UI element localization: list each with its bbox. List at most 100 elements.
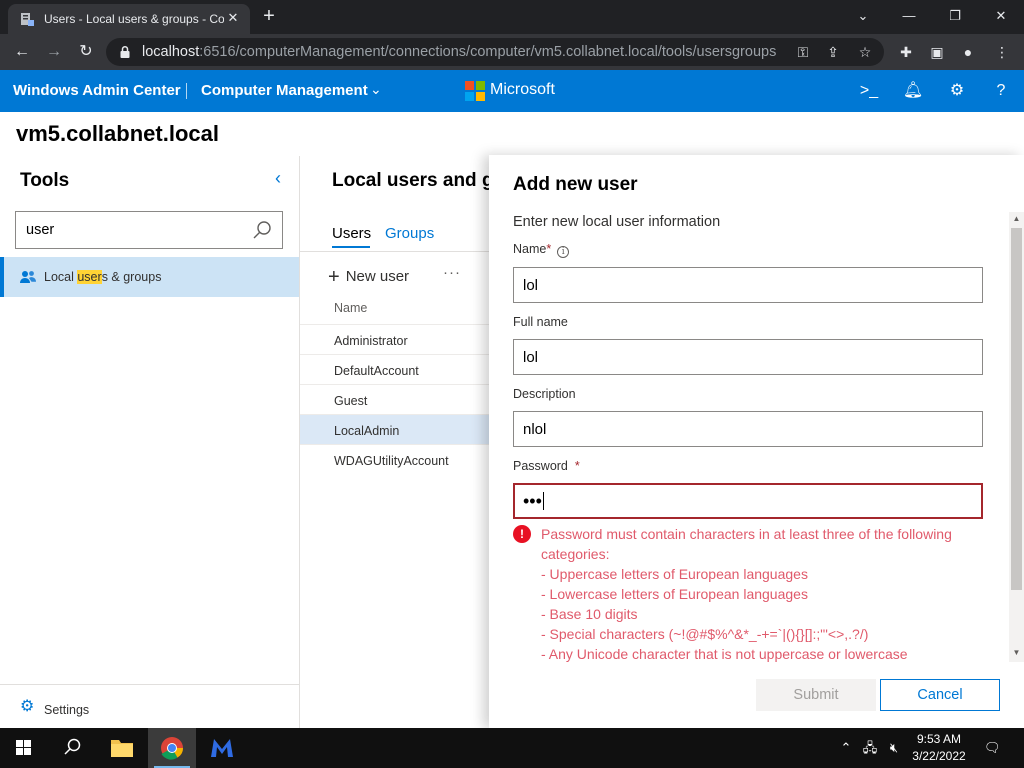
tab-groups[interactable]: Groups: [385, 225, 434, 242]
new-user-button[interactable]: + New user: [328, 266, 409, 289]
name-label: Name* i: [513, 242, 570, 258]
full-name-field[interactable]: lol: [513, 339, 983, 375]
settings-gear-icon[interactable]: ⚙: [946, 80, 968, 102]
minimize-icon[interactable]: —: [894, 6, 924, 26]
table-row[interactable]: DefaultAccount: [300, 354, 490, 384]
restore-icon[interactable]: ❐: [940, 6, 970, 26]
notification-center-icon[interactable]: 🗨︎: [984, 740, 1001, 756]
search-icon: [64, 738, 81, 755]
text-caret: [542, 492, 544, 510]
scroll-down-icon[interactable]: ▼: [1011, 648, 1022, 660]
malwarebytes-button[interactable]: [198, 728, 246, 768]
reload-icon[interactable]: ↻: [75, 42, 97, 62]
notifications-bell-icon[interactable]: 🔔︎: [902, 80, 924, 102]
new-user-label: New user: [345, 268, 410, 285]
user-name-cell: Guest: [334, 394, 368, 408]
network-icon[interactable]: 🖧︎: [862, 740, 878, 756]
table-row[interactable]: Guest: [300, 384, 490, 414]
show-hidden-icons-icon[interactable]: ⌃: [838, 740, 854, 756]
address-bar[interactable]: localhost:6516/computerManagement/connec…: [106, 38, 884, 66]
url-text: localhost:6516/computerManagement/connec…: [142, 44, 776, 60]
malwarebytes-icon: [211, 739, 233, 757]
active-tab-indicator: [332, 246, 370, 248]
scrollbar-thumb[interactable]: [1011, 228, 1022, 590]
name-value: lol: [523, 277, 539, 294]
clock-date: 3/22/2022: [912, 749, 966, 763]
submit-button[interactable]: Submit: [756, 679, 876, 711]
full-name-label: Full name: [513, 315, 568, 329]
settings-link[interactable]: ⚙ Settings: [0, 684, 299, 728]
back-icon[interactable]: ←: [11, 42, 33, 62]
browser-tab-strip: Users - Local users & groups - Computer …: [0, 0, 1024, 34]
menu-icon[interactable]: ⋮: [992, 42, 1012, 62]
share-icon[interactable]: ⇪: [824, 43, 842, 61]
table-row[interactable]: WDAGUtilityAccount: [300, 444, 490, 474]
table-row[interactable]: Administrator: [300, 324, 490, 354]
tabs-divider: [300, 251, 490, 252]
collapse-chevron-icon[interactable]: ‹: [268, 168, 288, 190]
folder-icon: [111, 740, 133, 757]
app-brand[interactable]: Windows Admin Center: [13, 82, 181, 99]
key-icon[interactable]: ⚿: [794, 43, 812, 61]
header-divider: [186, 83, 187, 99]
tools-search-input[interactable]: user: [15, 211, 283, 249]
error-icon: !: [513, 525, 531, 543]
start-button[interactable]: [0, 728, 48, 768]
help-icon[interactable]: ?: [990, 80, 1012, 102]
star-icon[interactable]: ☆: [856, 43, 874, 61]
taskbar-clock[interactable]: 9:53 AM 3/22/2022: [905, 731, 973, 765]
windows-taskbar: ⌃ 🖧︎ 🔇︎ 9:53 AM 3/22/2022 🗨︎: [0, 728, 1024, 768]
file-explorer-button[interactable]: [98, 728, 146, 768]
browser-tab-title: Users - Local users & groups - Computer …: [44, 12, 224, 26]
clock-time: 9:53 AM: [916, 732, 962, 746]
browser-tab[interactable]: Users - Local users & groups - Computer …: [8, 4, 250, 34]
close-tab-icon[interactable]: ✕: [224, 9, 242, 27]
tab-users[interactable]: Users: [332, 225, 371, 242]
lock-icon: [120, 45, 130, 58]
panel-subtitle: Enter new local user information: [513, 214, 721, 230]
chrome-button[interactable]: [148, 728, 196, 768]
more-actions-icon[interactable]: ···: [443, 264, 461, 281]
url-host: localhost: [142, 44, 200, 60]
chevron-down-icon[interactable]: ⌄: [370, 81, 382, 98]
server-favicon-icon: [21, 13, 34, 26]
user-name-cell: WDAGUtilityAccount: [334, 454, 449, 468]
solution-switcher[interactable]: Computer Management: [201, 82, 368, 99]
profile-icon[interactable]: ●: [958, 42, 978, 62]
add-user-panel: Add new user Enter new local user inform…: [489, 155, 1024, 728]
extensions-icon[interactable]: ✚: [896, 42, 916, 62]
new-tab-icon[interactable]: +: [258, 6, 280, 28]
description-label: Description: [513, 387, 576, 401]
full-name-value: lol: [523, 349, 539, 366]
tools-title: Tools: [20, 170, 70, 191]
tools-pane: Tools ‹ user Local users & groups ⚙ Sett…: [0, 156, 300, 728]
powershell-icon[interactable]: >_: [858, 80, 880, 102]
column-header-name[interactable]: Name: [334, 301, 367, 315]
scroll-up-icon[interactable]: ▲: [1011, 214, 1022, 226]
tool-item-label: Local users & groups: [44, 270, 162, 284]
settings-label: Settings: [44, 703, 90, 717]
tool-item-local-users-groups[interactable]: Local users & groups: [0, 257, 299, 297]
description-field[interactable]: nlol: [513, 411, 983, 447]
close-window-icon[interactable]: ✕: [986, 6, 1016, 26]
password-label: Password *: [513, 459, 580, 473]
search-button[interactable]: [48, 728, 96, 768]
password-field[interactable]: •••: [513, 483, 983, 519]
forward-icon[interactable]: →: [43, 42, 65, 62]
windows-logo-icon: [16, 740, 31, 755]
microsoft-wordmark: Microsoft: [490, 81, 555, 98]
user-name-cell: LocalAdmin: [334, 424, 400, 438]
volume-muted-icon[interactable]: 🔇︎: [886, 740, 902, 756]
user-name-cell: Administrator: [334, 334, 408, 348]
cancel-button[interactable]: Cancel: [880, 679, 1000, 711]
gear-icon: ⚙: [20, 698, 35, 715]
table-row-selected[interactable]: LocalAdmin: [300, 414, 490, 444]
description-value: nlol: [523, 421, 547, 438]
microsoft-logo-icon: [465, 81, 485, 101]
info-icon[interactable]: i: [557, 246, 570, 258]
tab-search-icon[interactable]: ⌄: [848, 6, 878, 26]
server-name: vm5.collabnet.local: [16, 121, 219, 146]
name-field[interactable]: lol: [513, 267, 983, 303]
search-icon[interactable]: [252, 220, 272, 240]
sidebar-icon[interactable]: ▣: [927, 42, 947, 62]
